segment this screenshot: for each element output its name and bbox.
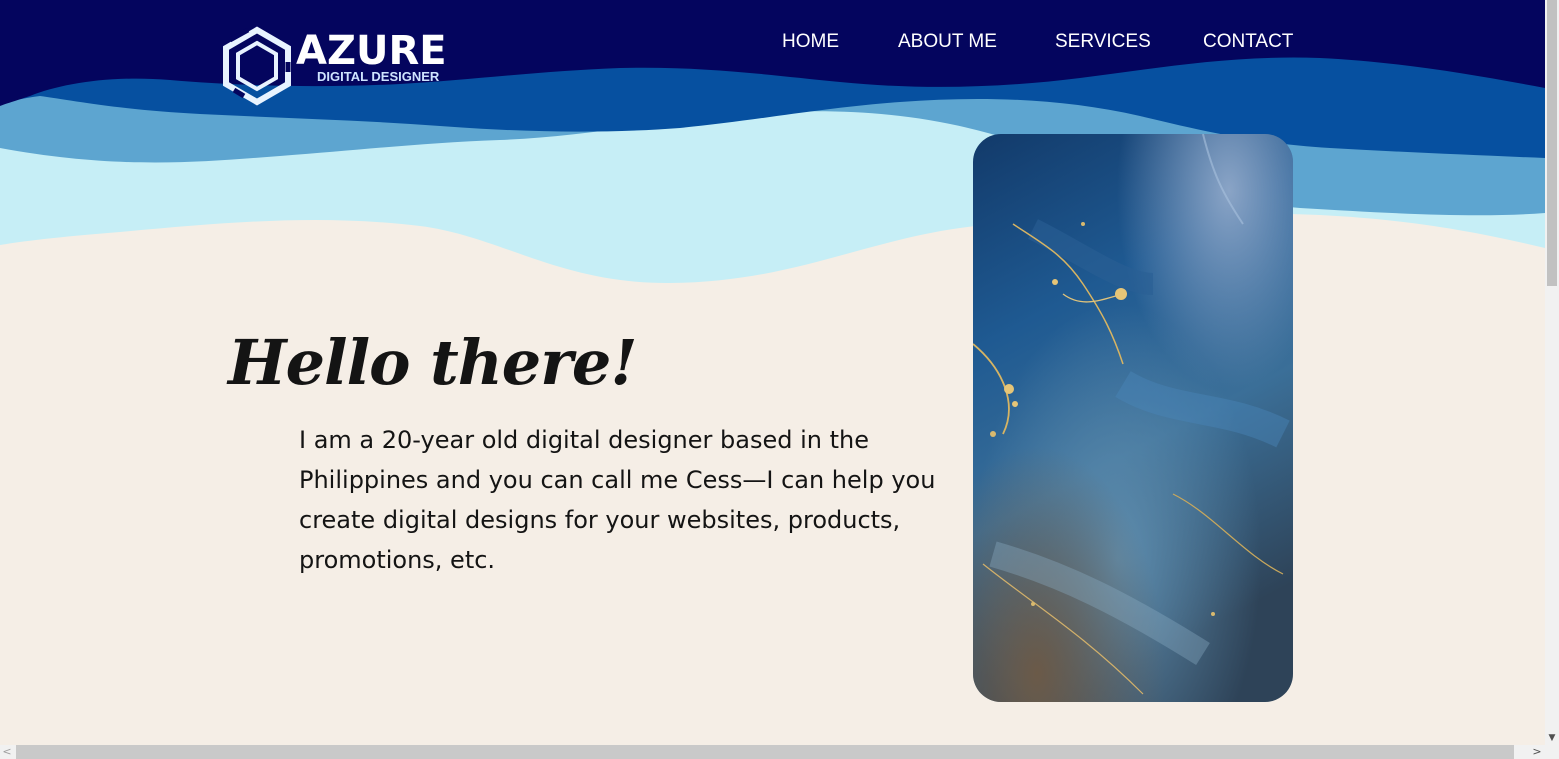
nav-link-services[interactable]: SERVICES bbox=[1055, 31, 1151, 53]
nav-link-contact[interactable]: CONTACT bbox=[1203, 31, 1293, 53]
blue-gold-marble-image bbox=[973, 134, 1293, 702]
page: AZURE DIGITAL DESIGNER HOME ABOUT ME SER… bbox=[0, 0, 1559, 759]
vertical-scrollbar[interactable]: ▼ bbox=[1545, 0, 1559, 745]
site-logo[interactable]: AZURE DIGITAL DESIGNER bbox=[220, 26, 460, 108]
nav-link-home[interactable]: HOME bbox=[782, 31, 839, 53]
scrollbar-corner bbox=[1545, 745, 1559, 759]
scroll-down-arrow-icon[interactable]: ▼ bbox=[1545, 731, 1559, 745]
hero-intro-text: I am a 20-year old digital designer base… bbox=[299, 426, 936, 574]
marble-art-icon bbox=[973, 134, 1293, 702]
scroll-left-arrow-icon[interactable]: < bbox=[0, 745, 14, 759]
hero-greeting: Hello there! bbox=[228, 326, 638, 399]
logo-title: AZURE bbox=[296, 28, 447, 74]
scroll-right-arrow-icon[interactable]: > bbox=[1530, 745, 1544, 759]
logo-subtitle: DIGITAL DESIGNER bbox=[317, 69, 440, 84]
vertical-scroll-thumb[interactable] bbox=[1547, 0, 1557, 286]
hexagon-logo-icon bbox=[223, 26, 291, 106]
horizontal-scroll-thumb[interactable] bbox=[16, 745, 1514, 759]
nav-link-about-me[interactable]: ABOUT ME bbox=[898, 31, 997, 53]
horizontal-scrollbar[interactable]: < > bbox=[0, 745, 1545, 759]
